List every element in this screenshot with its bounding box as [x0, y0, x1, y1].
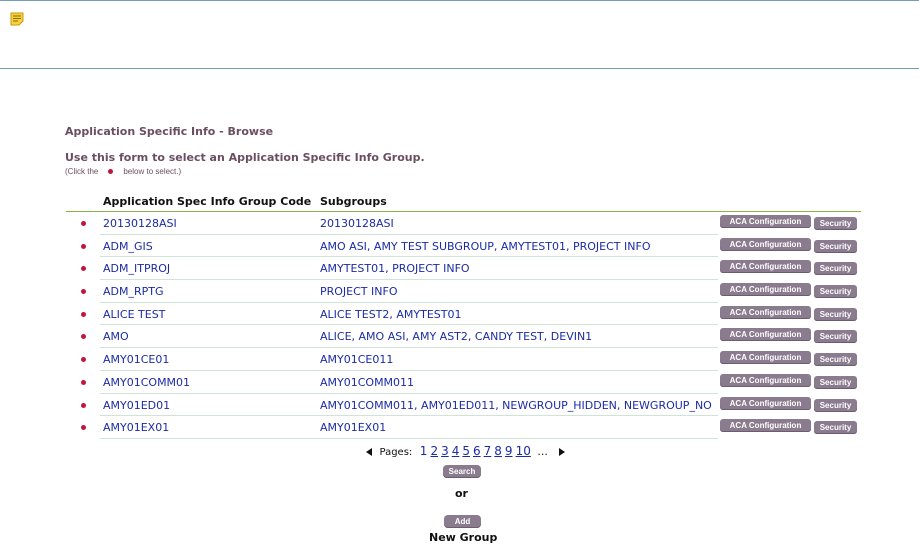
or-label: or [455, 487, 468, 500]
page-link[interactable]: 1 [420, 444, 428, 458]
select-bullet-icon[interactable] [81, 266, 86, 272]
group-code-link[interactable]: ALICE TEST [103, 308, 165, 321]
subgroups-cell: ALICE, AMO ASI, AMY AST2, CANDY TEST, DE… [320, 330, 593, 344]
notice-bar [0, 1, 919, 69]
select-bullet-icon[interactable] [81, 311, 86, 317]
page-link[interactable]: 7 [484, 444, 492, 458]
page-link[interactable]: 5 [462, 444, 470, 458]
page-link[interactable]: 4 [452, 444, 460, 458]
subgroups-cell: 20130128ASI [320, 217, 394, 230]
table-row: 20130128ASI 20130128ASI ACA Configuration S… [66, 212, 861, 235]
aca-configuration-button[interactable]: ACA Configuration [720, 237, 811, 251]
page-link[interactable]: 3 [441, 444, 449, 458]
group-table: Application Spec Info Group Code Subgrou… [66, 192, 861, 439]
select-bullet-icon[interactable] [81, 334, 86, 340]
table-body: 20130128ASI 20130128ASI ACA Configuration S… [66, 212, 861, 439]
security-button[interactable]: Security [814, 262, 857, 276]
group-code-link[interactable]: AMY01EX01 [103, 421, 169, 434]
aca-configuration-button[interactable]: ACA Configuration [720, 419, 811, 433]
group-code-link[interactable]: ADM_ITPROJ [103, 262, 170, 275]
aca-configuration-button[interactable]: ACA Configuration [720, 305, 811, 319]
header-group-code: Application Spec Info Group Code [103, 195, 312, 208]
page-link[interactable]: 6 [473, 444, 481, 458]
group-code-link[interactable]: AMY01CE01 [103, 353, 169, 366]
security-button[interactable]: Security [814, 307, 857, 321]
pages-label: Pages: [379, 447, 413, 458]
security-button[interactable]: Security [814, 330, 857, 344]
security-button[interactable]: Security [814, 398, 857, 412]
table-row: AMY01COMM01 AMY01COMM011 ACA Configuration… [66, 371, 861, 394]
table-row: ALICE TEST ALICE TEST2, AMYTEST01 ACA Conf… [66, 303, 861, 326]
group-code-link[interactable]: AMY01ED01 [103, 399, 170, 412]
subgroups-cell: ALICE TEST2, AMYTEST01 [320, 307, 462, 321]
group-code-link[interactable]: AMO [103, 330, 129, 343]
select-bullet-icon[interactable] [81, 221, 86, 226]
new-group-label: New Group [429, 531, 498, 544]
subgroups-cell: AMO ASI, AMY TEST SUBGROUP, AMYTEST01, P… [320, 239, 651, 253]
bullet-icon [108, 168, 114, 174]
subgroups-cell: AMY01COMM011 [320, 375, 415, 389]
group-code-link[interactable]: AMY01COMM01 [103, 376, 190, 389]
select-bullet-icon[interactable] [81, 402, 86, 408]
table-row: AMO ALICE, AMO ASI, AMY AST2, CANDY TEST,… [66, 325, 861, 349]
next-page-icon[interactable] [559, 448, 566, 456]
page-link[interactable]: 8 [494, 444, 502, 458]
group-code-link[interactable]: ADM_RPTG [103, 285, 164, 298]
add-button[interactable]: Add [444, 515, 481, 528]
aca-configuration-button[interactable]: ACA Configuration [720, 260, 811, 274]
subgroups-cell: AMYTEST01, PROJECT INFO [320, 262, 470, 276]
pagination-controls: Pages: 1 2 3 4 5 6 7 8 9 10 ... [366, 444, 566, 458]
security-button[interactable]: Security [814, 375, 857, 389]
subgroups-cell: AMY01CE011 [320, 353, 394, 367]
search-button[interactable]: Search [443, 465, 481, 478]
table-row: ADM_GIS AMO ASI, AMY TEST SUBGROUP, AMYTE… [66, 235, 861, 258]
row-divider [100, 437, 718, 439]
page-link[interactable]: 10 [516, 444, 531, 458]
prev-page-icon[interactable] [366, 448, 372, 456]
select-bullet-icon[interactable] [81, 425, 86, 431]
page-title: Application Specific Info - Browse [65, 125, 274, 138]
security-button[interactable]: Security [814, 217, 857, 230]
header-subgroups: Subgroups [320, 195, 387, 208]
hint-suffix: below to select.) [123, 167, 182, 176]
page-links: 1 2 3 4 5 6 7 8 9 10 [420, 444, 534, 458]
security-button[interactable]: Security [814, 353, 857, 367]
table-row: AMY01EX01 AMY01EX01 ACA Configuration Secur… [66, 416, 861, 439]
select-bullet-icon[interactable] [81, 243, 86, 249]
note-icon [10, 12, 24, 26]
select-bullet-icon[interactable] [81, 357, 86, 363]
table-row: AMY01ED01 AMY01COMM011, AMY01ED011, NEWGR… [66, 394, 861, 417]
subgroups-cell: AMY01EX01 [320, 421, 387, 435]
select-bullet-icon[interactable] [81, 289, 86, 295]
aca-configuration-button[interactable]: ACA Configuration [720, 215, 811, 228]
page-link[interactable]: 2 [430, 444, 438, 458]
security-button[interactable]: Security [814, 421, 857, 435]
group-code-link[interactable]: ADM_GIS [103, 240, 153, 253]
table-row: ADM_RPTG PROJECT INFO ACA Configuration Sec… [66, 280, 861, 303]
select-hint: (Click the below to select.) [65, 167, 181, 176]
page-instructions: Use this form to select an Application S… [65, 151, 425, 164]
subgroups-cell: PROJECT INFO [320, 285, 398, 299]
security-button[interactable]: Security [814, 285, 857, 299]
select-bullet-icon[interactable] [81, 379, 86, 385]
aca-configuration-button[interactable]: ACA Configuration [720, 351, 811, 365]
aca-configuration-button[interactable]: ACA Configuration [720, 373, 811, 387]
aca-configuration-button[interactable]: ACA Configuration [720, 396, 811, 410]
security-button[interactable]: Security [814, 239, 857, 253]
table-header: Application Spec Info Group Code Subgrou… [66, 192, 861, 212]
pages-ellipsis[interactable]: ... [537, 445, 548, 458]
aca-configuration-button[interactable]: ACA Configuration [720, 283, 811, 297]
subgroups-cell: AMY01COMM011, AMY01ED011, NEWGROUP_HIDDE… [320, 398, 712, 412]
aca-configuration-button[interactable]: ACA Configuration [720, 328, 811, 342]
table-row: AMY01CE01 AMY01CE011 ACA Configuration Secu… [66, 348, 861, 371]
hint-prefix: (Click the [65, 167, 99, 176]
page-link[interactable]: 9 [505, 444, 513, 458]
group-code-link[interactable]: 20130128ASI [103, 217, 177, 230]
table-row: ADM_ITPROJ AMYTEST01, PROJECT INFO ACA Con… [66, 257, 861, 281]
notice-divider [0, 68, 919, 69]
